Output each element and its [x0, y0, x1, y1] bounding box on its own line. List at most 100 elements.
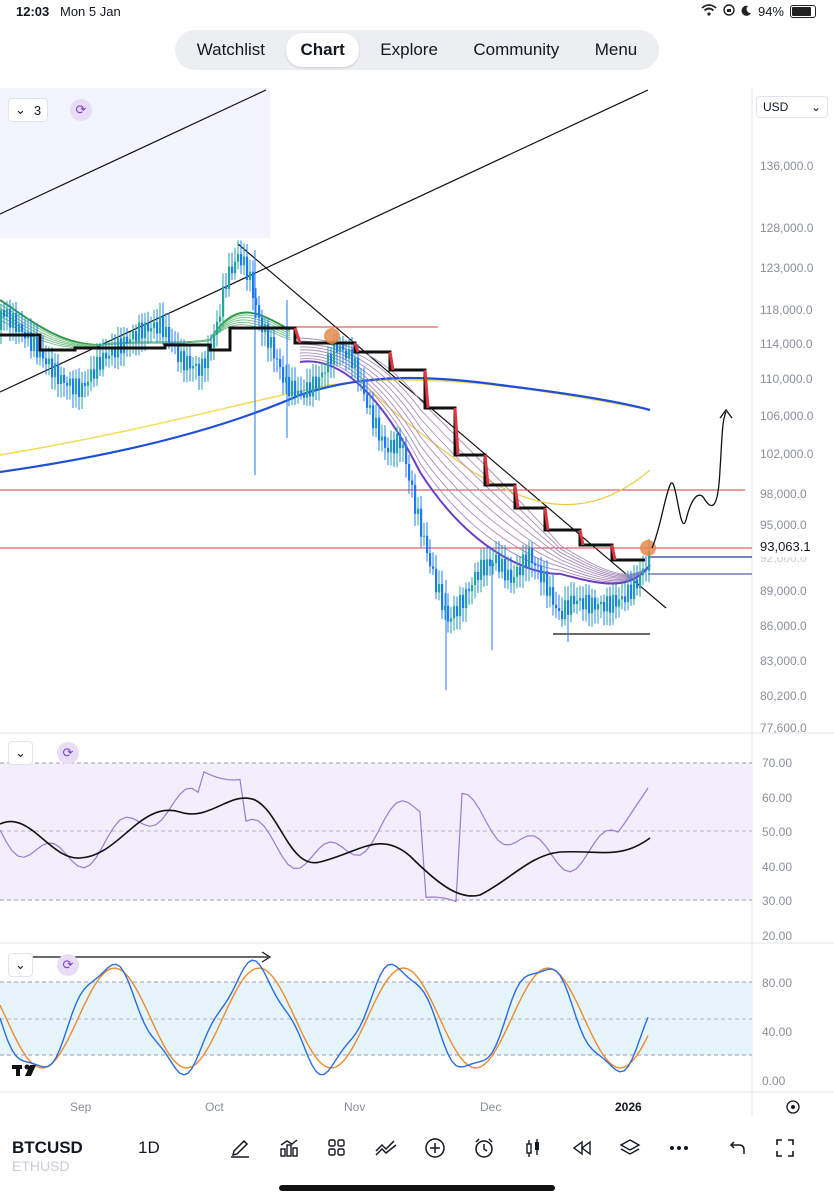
price-tick: 98,000.0: [760, 487, 807, 501]
draw-icon[interactable]: [226, 1134, 254, 1162]
symbol-button[interactable]: BTCUSD: [12, 1138, 83, 1158]
candle-body: [366, 394, 369, 408]
candle-body: [342, 345, 345, 351]
status-date: Mon 5 Jan: [60, 4, 121, 19]
candle-body: [18, 323, 21, 333]
moon-icon: [741, 4, 752, 19]
fullscreen-icon[interactable]: [771, 1134, 799, 1162]
candle-body: [186, 355, 189, 371]
candle-body: [69, 378, 72, 386]
chart-canvas[interactable]: 136,000.0 128,000.0 123,000.0 118,000.0 …: [0, 86, 834, 1116]
candle-body: [147, 322, 150, 332]
rsi-tick: 40.00: [762, 860, 792, 874]
candle-body: [543, 571, 546, 583]
candle-body: [519, 566, 522, 576]
rsi-tick: 50.00: [762, 825, 792, 839]
candle-body: [294, 380, 297, 397]
status-right: 94%: [701, 4, 816, 19]
candle-body: [198, 363, 201, 376]
secondary-symbol[interactable]: ETHUSD: [12, 1158, 70, 1174]
tab-community[interactable]: Community: [459, 33, 573, 67]
sync-icon[interactable]: ⟳: [57, 742, 79, 764]
trendline-down[interactable]: [237, 243, 667, 609]
indicators-icon[interactable]: [275, 1134, 303, 1162]
candle-body: [390, 439, 393, 453]
candle-body: [54, 363, 57, 378]
candle-body: [609, 596, 612, 613]
alert-icon[interactable]: [470, 1134, 498, 1162]
rsi-tick: 20.00: [762, 929, 792, 943]
candle-body: [438, 584, 441, 593]
replay-icon[interactable]: [568, 1134, 596, 1162]
candle-body: [387, 447, 390, 453]
timeframe-button[interactable]: 1D: [138, 1138, 160, 1158]
projection-path[interactable]: [651, 411, 727, 549]
status-bar: 12:03 Mon 5 Jan 94%: [0, 0, 834, 24]
undo-icon[interactable]: [722, 1134, 750, 1162]
candle-body: [168, 327, 171, 343]
more-icon[interactable]: [665, 1134, 693, 1162]
add-icon[interactable]: [421, 1134, 449, 1162]
candle-body: [579, 598, 582, 601]
ribbon-line: [299, 358, 651, 583]
settings-icon[interactable]: [786, 1100, 800, 1114]
candle-body: [522, 554, 525, 576]
stoch-pane-collapse[interactable]: ⌄: [8, 953, 33, 977]
candle-body: [318, 377, 321, 389]
candle-body: [420, 508, 423, 537]
candle-body: [123, 336, 126, 354]
top-nav: Watchlist Chart Explore Community Menu: [175, 30, 659, 70]
signal-marker-1[interactable]: [324, 328, 340, 344]
candle-body: [213, 334, 216, 348]
candle-body: [594, 597, 597, 610]
candle-body: [276, 358, 279, 360]
candle-body: [63, 374, 66, 383]
candle-body: [381, 436, 384, 441]
layers-icon[interactable]: [616, 1134, 644, 1162]
tab-watchlist[interactable]: Watchlist: [183, 33, 279, 67]
main-pane-collapse[interactable]: ⌄ 3: [8, 98, 49, 122]
candle-body: [180, 351, 183, 362]
candles-icon[interactable]: [519, 1134, 547, 1162]
rsi-pane-collapse[interactable]: ⌄: [8, 741, 33, 765]
candle-body: [66, 382, 69, 386]
candle-body: [159, 316, 162, 334]
compare-icon[interactable]: [372, 1134, 400, 1162]
candle-body: [72, 378, 75, 395]
candle-body: [312, 376, 315, 397]
currency-select[interactable]: USD ⌄: [756, 96, 828, 118]
price-tick: 110,000.0: [760, 372, 813, 386]
candle-body: [486, 559, 489, 576]
candle-body: [513, 576, 516, 583]
candle-body: [585, 594, 588, 610]
chart-area[interactable]: 136,000.0 128,000.0 123,000.0 118,000.0 …: [0, 86, 834, 1116]
candle-body: [384, 436, 387, 448]
time-axis[interactable]: Sep Oct Nov Dec 2026: [70, 1100, 642, 1114]
time-tick: Dec: [480, 1100, 501, 1114]
candle-body: [606, 596, 609, 612]
candle-body: [141, 322, 144, 339]
tab-chart[interactable]: Chart: [286, 33, 359, 67]
price-tick: 136,000.0: [760, 159, 814, 173]
candle-body: [315, 376, 318, 389]
candle-body: [105, 352, 108, 359]
sync-icon[interactable]: ⟳: [70, 99, 92, 121]
candle-body: [615, 594, 618, 607]
candle-body: [489, 559, 492, 566]
price-axis[interactable]: 136,000.0 128,000.0 123,000.0 118,000.0 …: [760, 159, 814, 735]
tab-explore[interactable]: Explore: [366, 33, 452, 67]
candle-body: [36, 337, 39, 358]
candle-body: [195, 363, 198, 366]
candle-body: [498, 554, 501, 572]
candle-body: [612, 594, 615, 613]
sync-icon[interactable]: ⟳: [57, 954, 79, 976]
tab-menu[interactable]: Menu: [581, 33, 652, 67]
layouts-icon[interactable]: [323, 1134, 351, 1162]
candle-body: [465, 588, 468, 609]
candle-body: [402, 444, 405, 449]
candle-body: [102, 352, 105, 370]
candle-body: [459, 595, 462, 617]
candle-body: [462, 595, 465, 609]
candle-body: [153, 322, 156, 329]
candle-body: [474, 572, 477, 586]
